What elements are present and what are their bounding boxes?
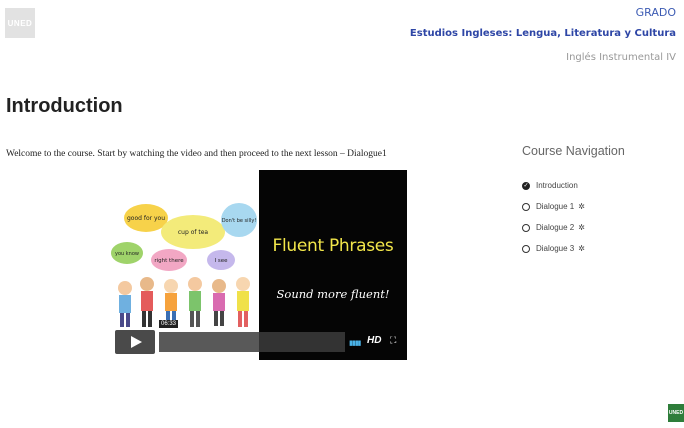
bubble-text: good for you [127,215,165,222]
kids-illustration [118,277,250,327]
nav-item-label: Dialogue 1 [536,202,575,211]
play-button[interactable] [115,330,155,354]
header-degree[interactable]: Estudios Ingleses: Lengua, Literatura y … [410,28,676,39]
bubble-text: cup of tea [178,229,209,236]
bubble-text: Don't be silly! [222,218,257,224]
check-circle-icon: ✓ [522,181,530,190]
bubble-text: I see [214,258,228,264]
video-time: 06:33 [159,320,179,328]
play-icon [131,336,142,348]
uned-logo[interactable]: UNED [5,8,35,38]
nav-item-label: Dialogue 2 [536,223,575,232]
fullscreen-icon[interactable]: ⛶ [390,335,396,346]
course-navigation-title: Course Navigation [522,144,625,158]
settings-icon: ✲ [578,223,585,232]
settings-icon: ✲ [578,244,585,253]
nav-item-introduction[interactable]: ✓ Introduction [522,175,585,196]
settings-icon: ✲ [578,202,585,211]
welcome-text: Welcome to the course. Start by watching… [6,149,387,159]
header-course: Inglés Instrumental IV [566,52,676,63]
video-controls: 06:33 ▮▮▮▮ HD ⛶ [115,320,403,354]
nav-item-dialogue-1[interactable]: Dialogue 1 ✲ [522,196,585,217]
video-title: Fluent Phrases [272,236,394,256]
video-subtitle: Sound more fluent! [276,287,390,301]
page-title: Introduction [6,95,123,117]
bubble-text: right there [154,258,184,264]
header-grado: GRADO [635,6,676,19]
course-navigation-list: ✓ Introduction Dialogue 1 ✲ Dialogue 2 ✲… [522,175,585,259]
bubble-text: you know [115,251,139,257]
video-progress-bar[interactable] [159,332,345,352]
nav-item-dialogue-3[interactable]: Dialogue 3 ✲ [522,238,585,259]
circle-icon [522,202,530,211]
footer-uned-logo: UNED [668,404,684,422]
nav-item-dialogue-2[interactable]: Dialogue 2 ✲ [522,217,585,238]
nav-item-label: Introduction [536,181,578,190]
video-player[interactable]: good for you cup of tea Don't be silly! … [111,170,407,360]
hd-button[interactable]: HD [367,335,381,346]
nav-item-label: Dialogue 3 [536,244,575,253]
circle-icon [522,223,530,232]
circle-icon [522,244,530,253]
volume-icon[interactable]: ▮▮▮▮ [349,339,361,347]
